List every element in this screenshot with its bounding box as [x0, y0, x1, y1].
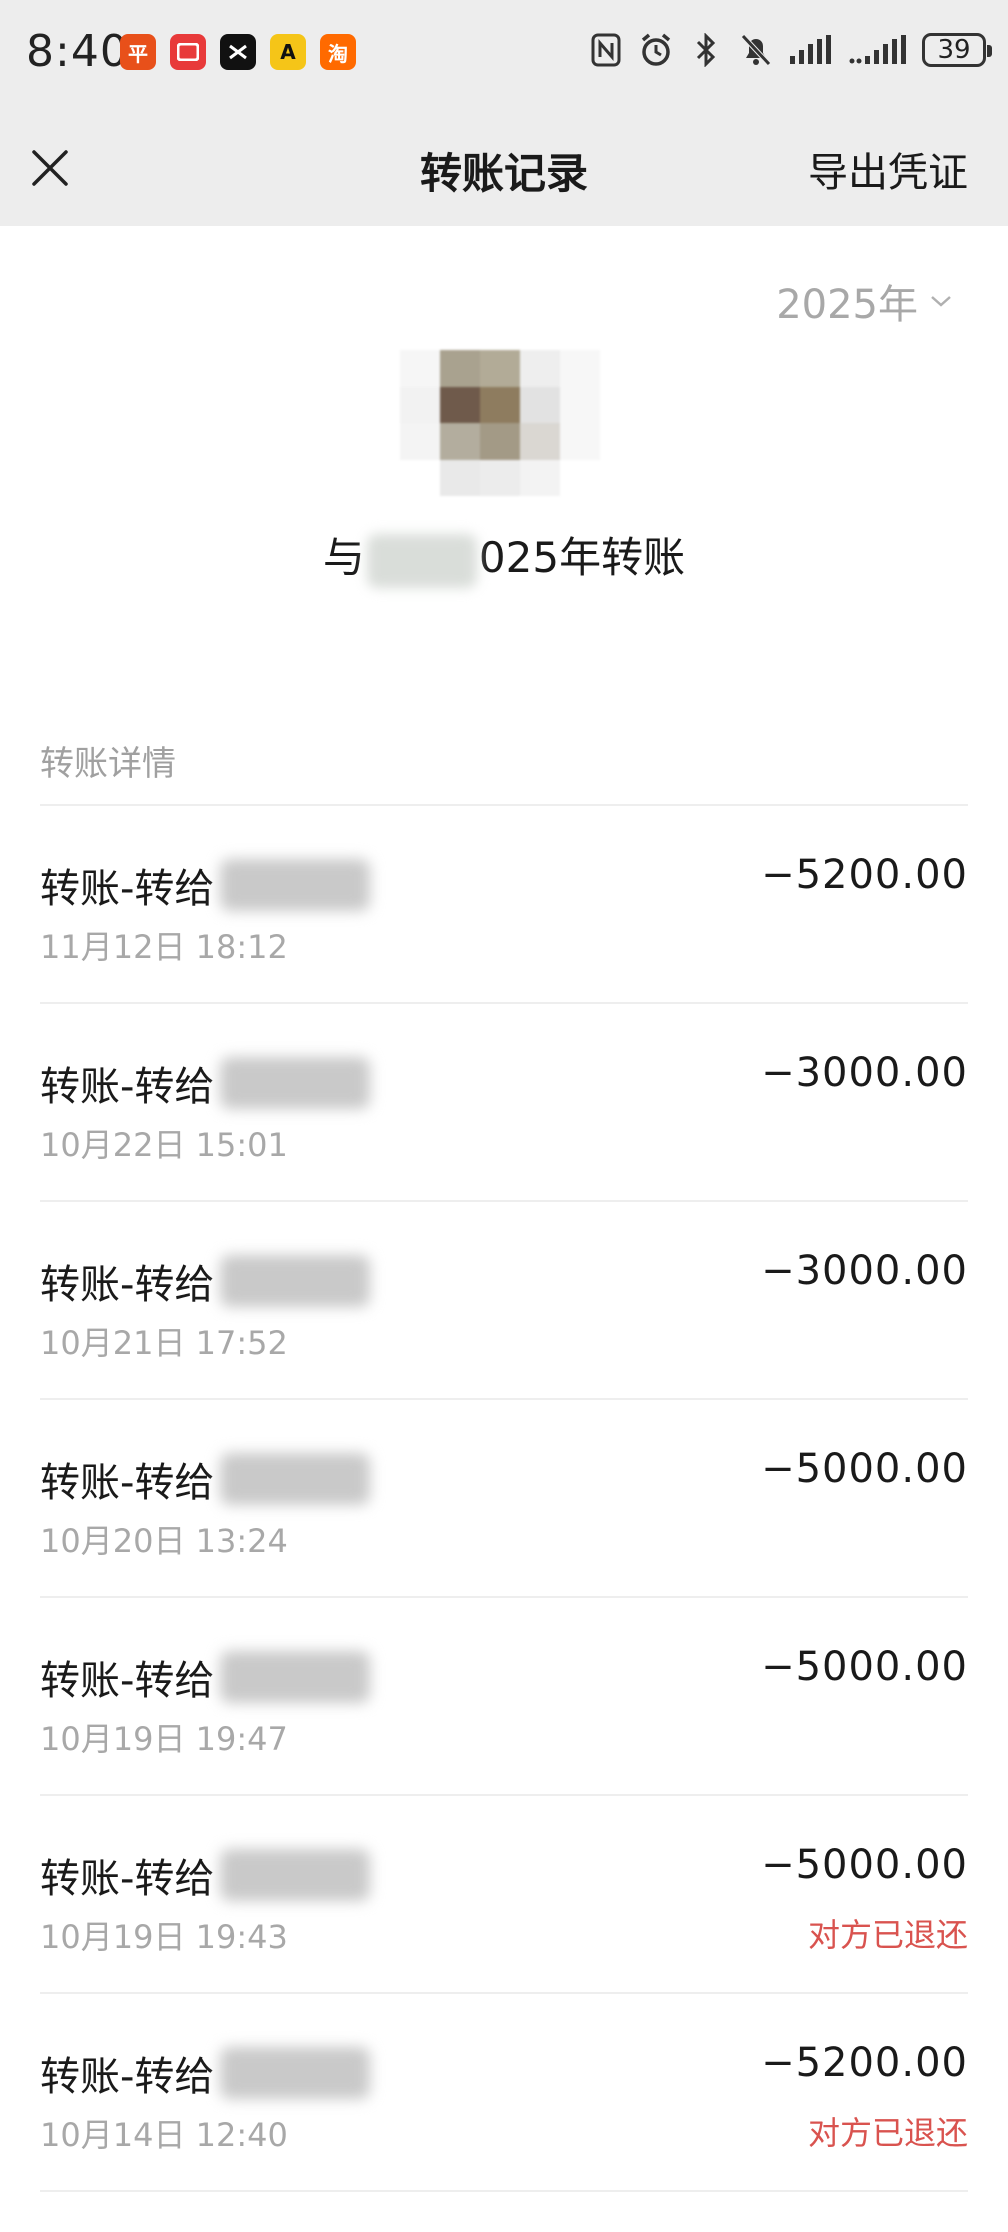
redacted-recipient	[220, 859, 371, 911]
redacted-recipient	[220, 1453, 371, 1505]
transaction-amount: −5000.00	[761, 1842, 968, 1888]
transaction-title: 转账-转给	[40, 866, 215, 912]
transaction-row[interactable]: 转账-转给 10月22日 15:01 −3000.00	[40, 1002, 968, 1200]
capcut-icon	[220, 34, 256, 70]
signal-1-icon	[788, 30, 834, 70]
mute-bell-icon	[738, 30, 774, 70]
redacted-recipient	[220, 1057, 371, 1109]
transaction-row[interactable]: 转账-转给 10月21日 17:52 −3000.00	[40, 1200, 968, 1398]
transaction-amount: −5200.00	[761, 2040, 968, 2086]
transaction-time: 11月12日 18:12	[40, 928, 288, 966]
transaction-title: 转账-转给	[40, 1856, 215, 1902]
transaction-amount: −5000.00	[761, 1644, 968, 1690]
transaction-title: 转账-转给	[40, 1064, 215, 1110]
export-receipt-button[interactable]: 导出凭证	[808, 140, 968, 198]
notification-app-icons: 平 A 淘	[120, 34, 356, 70]
yellow-a-app-icon: A	[270, 34, 306, 70]
red-app-icon	[170, 34, 206, 70]
transaction-time: 10月19日 19:47	[40, 1720, 288, 1758]
transfer-summary: 与 025年转账	[0, 524, 1008, 588]
year-selector[interactable]: 2025年	[776, 272, 952, 330]
summary-suffix: 025年转账	[478, 533, 686, 582]
redacted-recipient	[220, 1255, 371, 1307]
signal-2-icon	[848, 30, 908, 70]
transaction-time: 10月19日 19:43	[40, 1918, 288, 1956]
refund-status: 对方已退还	[807, 1916, 968, 1954]
status-icons: 39	[588, 30, 992, 70]
transaction-title: 转账-转给	[40, 1262, 215, 1308]
transaction-row[interactable]: 转账-转给 10月20日 13:24 −5000.00	[40, 1398, 968, 1596]
transaction-amount: −3000.00	[761, 1248, 968, 1294]
redacted-contact-name	[366, 533, 477, 588]
summary-prefix: 与	[322, 533, 365, 582]
transaction-row[interactable]: 转账-转给 10月14日 12:40 −5200.00 对方已退还	[40, 1992, 968, 2192]
transaction-amount: −5000.00	[761, 1446, 968, 1492]
transaction-row[interactable]: 转账-转给 11月12日 18:12 −5200.00	[40, 804, 968, 1002]
transaction-amount: −3000.00	[761, 1050, 968, 1096]
transaction-list: 转账-转给 11月12日 18:12 −5200.00 转账-转给 10月22日…	[40, 804, 968, 2192]
refund-status: 对方已退还	[807, 2114, 968, 2152]
transaction-time: 10月20日 13:24	[40, 1522, 288, 1560]
transaction-time: 10月14日 12:40	[40, 2116, 288, 2154]
taobao-icon: 淘	[320, 34, 356, 70]
transaction-title: 转账-转给	[40, 2054, 215, 2100]
redacted-recipient	[220, 2047, 371, 2099]
pingan-bank-icon: 平	[120, 34, 156, 70]
status-time: 8:40	[26, 26, 129, 77]
transaction-time: 10月22日 15:01	[40, 1126, 288, 1164]
section-label: 转账详情	[40, 744, 176, 784]
status-bar: 8:40 平 A 淘 39	[0, 0, 1008, 112]
redacted-recipient	[220, 1651, 371, 1703]
transaction-amount: −5200.00	[761, 852, 968, 898]
bluetooth-icon	[688, 30, 724, 70]
battery-indicator: 39	[922, 33, 992, 67]
transaction-time: 10月21日 17:52	[40, 1324, 288, 1362]
transaction-row[interactable]: 转账-转给 10月19日 19:47 −5000.00	[40, 1596, 968, 1794]
transaction-title: 转账-转给	[40, 1460, 215, 1506]
avatar	[400, 350, 600, 496]
transaction-title: 转账-转给	[40, 1658, 215, 1704]
transaction-row[interactable]: 转账-转给 10月19日 19:43 −5000.00 对方已退还	[40, 1794, 968, 1992]
alarm-icon	[638, 30, 674, 70]
year-label: 2025年	[776, 282, 918, 328]
nfc-icon	[588, 30, 624, 70]
nav-header: 转账记录 导出凭证	[0, 112, 1008, 226]
redacted-recipient	[220, 1849, 371, 1901]
chevron-down-icon	[931, 296, 951, 307]
